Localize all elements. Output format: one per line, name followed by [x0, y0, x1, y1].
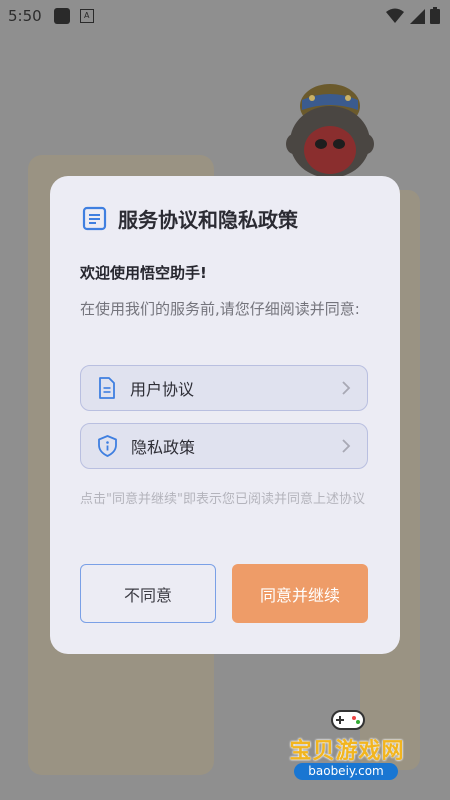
status-icons [386, 7, 440, 24]
watermark-url: baobeiy.com [294, 763, 398, 780]
status-time: 5:50 [8, 7, 42, 25]
signal-icon [410, 8, 425, 24]
dialog-title: 服务协议和隐私政策 [118, 208, 298, 232]
welcome-text: 欢迎使用悟空助手! [80, 264, 207, 282]
monkey-mascot-icon [286, 84, 374, 178]
site-watermark: 宝贝游戏网 baobeiy.com [272, 703, 422, 783]
shield-info-icon [98, 435, 117, 457]
document-icon [98, 377, 116, 399]
watermark-brand: 宝贝游戏网 [289, 739, 405, 764]
battery-icon [430, 7, 440, 24]
chevron-right-icon [341, 380, 351, 396]
intro-text: 在使用我们的服务前,请您仔细阅读并同意: [80, 300, 360, 318]
notification-app-icon [53, 8, 70, 24]
document-icon [82, 206, 107, 231]
status-bar: 5:50 A [0, 0, 450, 32]
gamepad-icon [331, 710, 365, 730]
user-agreement-label: 用户协议 [130, 380, 195, 399]
privacy-policy-label: 隐私政策 [131, 438, 196, 457]
user-agreement-link[interactable]: 用户协议 [80, 365, 368, 411]
agree-continue-button[interactable]: 同意并继续 [232, 564, 368, 623]
consent-notice: 点击"同意并继续"即表示您已阅读并同意上述协议 [80, 492, 365, 507]
terms-privacy-dialog: 服务协议和隐私政策 欢迎使用悟空助手! 在使用我们的服务前,请您仔细阅读并同意:… [50, 176, 400, 654]
disagree-button[interactable]: 不同意 [80, 564, 216, 623]
notification-badge-icon: A [79, 9, 94, 23]
dialog-header: 服务协议和隐私政策 [82, 204, 298, 233]
privacy-policy-link[interactable]: 隐私政策 [80, 423, 368, 469]
chevron-right-icon [341, 438, 351, 454]
wifi-icon [386, 8, 404, 23]
